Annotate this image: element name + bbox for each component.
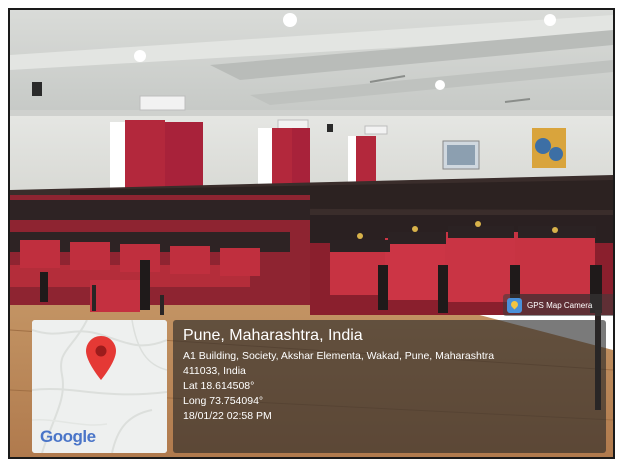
gps-map-camera-badge: GPS Map Camera <box>503 294 613 316</box>
google-logo: Google <box>40 427 96 446</box>
gps-map-camera-icon <box>507 297 522 313</box>
geotag-info-panel: Pune, Maharashtra, India A1 Building, So… <box>173 320 606 453</box>
longitude: Long 73.754094° <box>183 395 264 407</box>
latitude: Lat 18.614508° <box>183 380 255 392</box>
location-map: Google <box>32 320 167 453</box>
photo-frame: GPS Map Camera Google Pune, Maharashtra,… <box>8 8 615 459</box>
location-city: Pune, Maharashtra, India <box>183 327 363 344</box>
timestamp: 18/01/22 02:58 PM <box>183 410 272 422</box>
address-line-1: A1 Building, Society, Akshar Elementa, W… <box>183 350 495 362</box>
location-pin-icon <box>86 336 116 380</box>
badge-label: GPS Map Camera <box>527 300 593 310</box>
address-line-2: 411033, India <box>183 365 246 377</box>
